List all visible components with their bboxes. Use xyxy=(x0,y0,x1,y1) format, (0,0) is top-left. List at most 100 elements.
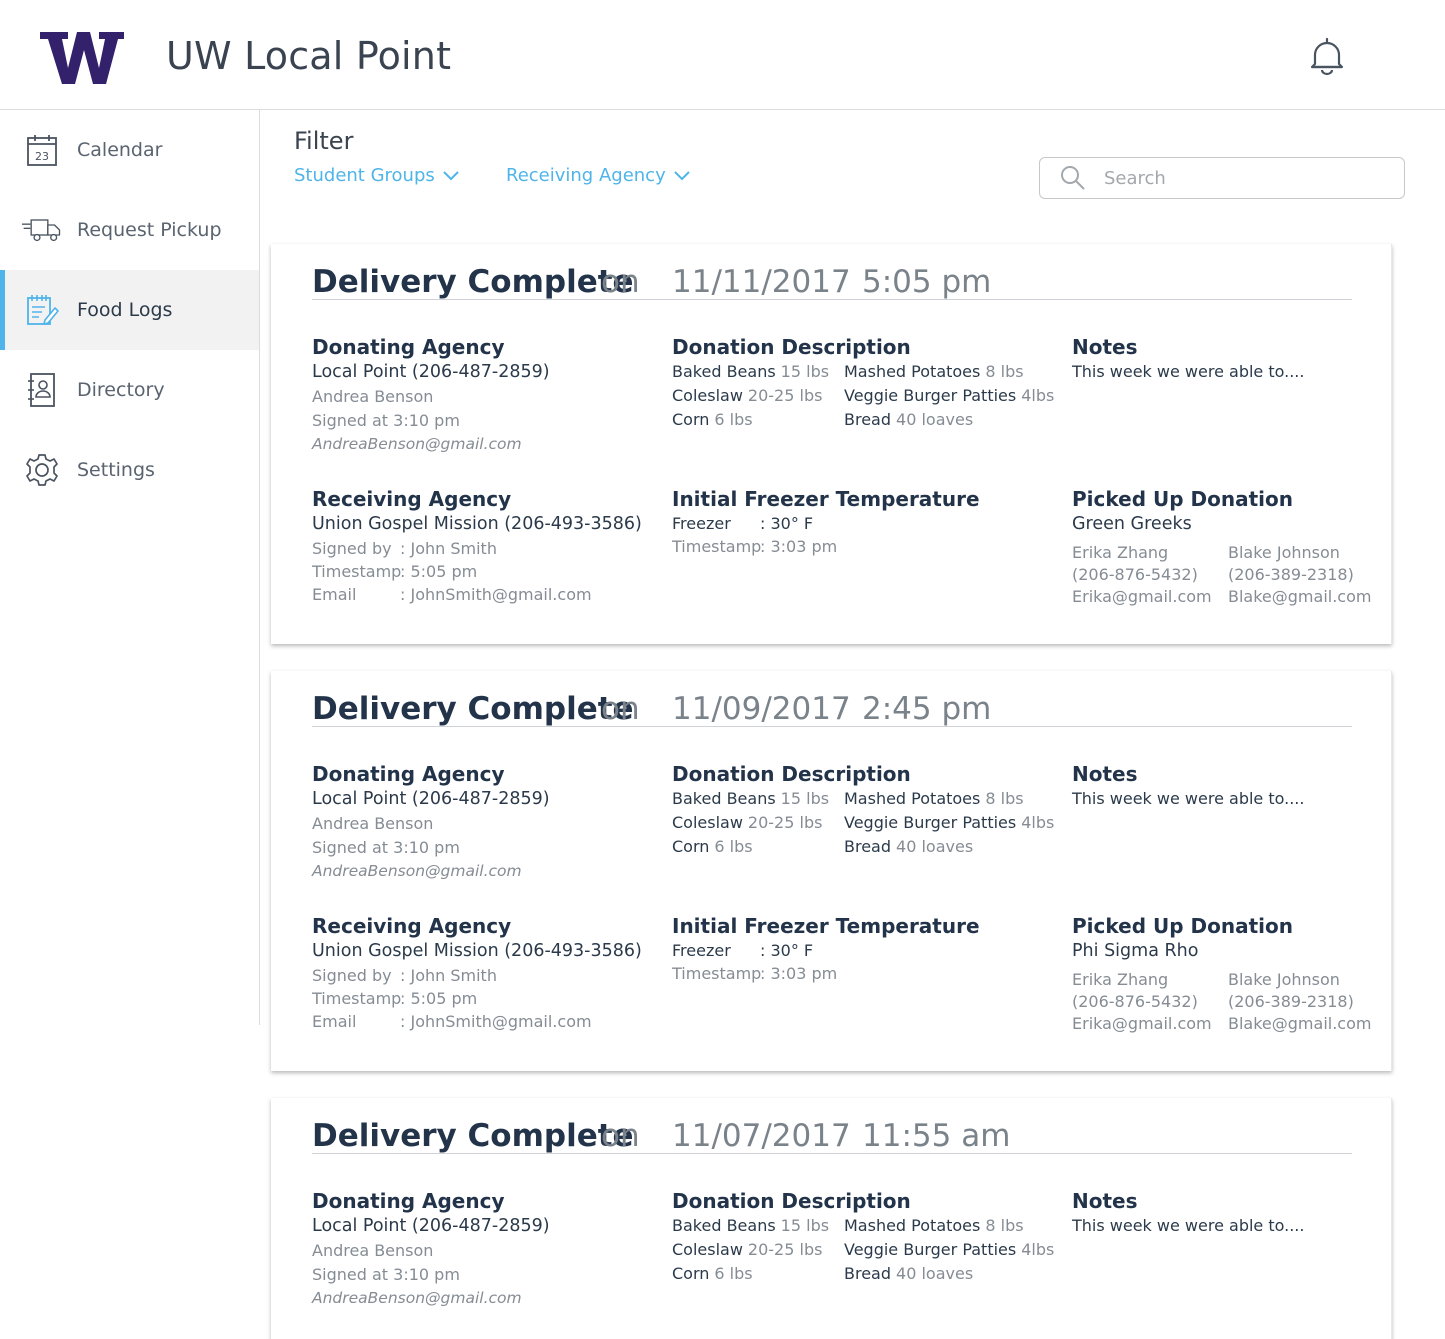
section-title: Donating Agency xyxy=(312,335,505,359)
donor-email: AndreaBenson@gmail.com xyxy=(312,435,522,453)
donation-item: Mashed Potatoes 8 lbs xyxy=(844,1216,1024,1235)
contact-email: Blake@gmail.com xyxy=(1228,1014,1372,1033)
donation-item: Coleslaw 20-25 lbs xyxy=(672,386,823,405)
donating-agency-name: Local Point (206-487-2859) xyxy=(312,789,550,809)
section-title: Donating Agency xyxy=(312,1189,505,1213)
student-group-name: Phi Sigma Rho xyxy=(1072,941,1199,961)
delivery-date: 11/09/2017 xyxy=(672,691,851,727)
receiving-agency-name: Union Gospel Mission (206-493-3586) xyxy=(312,941,642,961)
contact-email: Blake@gmail.com xyxy=(1228,587,1372,606)
delivery-status: Delivery Complete xyxy=(312,264,634,300)
contact-phone: (206-389-2318) xyxy=(1228,565,1354,584)
donor-signed: Signed at 3:10 pm xyxy=(312,838,460,857)
contact-name: Blake Johnson xyxy=(1228,543,1340,562)
section-title: Picked Up Donation xyxy=(1072,487,1293,511)
receiving-agency-label: Receiving Agency xyxy=(506,165,666,186)
delivery-status: Delivery Complete xyxy=(312,1118,634,1154)
notes-text: This week we were able to.... xyxy=(1072,362,1305,381)
contact-book-icon xyxy=(22,372,62,408)
notes-section: Notes This week we were able to.... xyxy=(1072,334,1304,384)
card-header: Delivery Complete on 11/09/2017 2:45 pm xyxy=(312,691,1352,727)
donation-items: Baked Beans 15 lbs Mashed Potatoes 8 lbs C… xyxy=(672,1214,1054,1286)
notification-bell-icon[interactable] xyxy=(1306,36,1348,76)
section-title: Notes xyxy=(1072,762,1138,786)
delivery-time: 5:05 pm xyxy=(862,264,992,300)
section-title: Receiving Agency xyxy=(312,487,512,511)
svg-text:23: 23 xyxy=(35,150,49,163)
sidebar-item-food-logs[interactable]: Food Logs xyxy=(0,270,259,350)
contact-email: Erika@gmail.com xyxy=(1072,1014,1212,1033)
section-title: Donation Description xyxy=(672,762,911,786)
donation-description-section: Donation Description Baked Beans 15 lbs M… xyxy=(672,334,1054,432)
donating-agency-section: Donating Agency Local Point (206-487-285… xyxy=(312,761,550,882)
student-groups-dropdown[interactable]: Student Groups xyxy=(294,165,459,186)
delivery-date: 11/11/2017 xyxy=(672,264,851,300)
sidebar-item-calendar[interactable]: 23 Calendar xyxy=(0,110,259,190)
student-group-name: Green Greeks xyxy=(1072,514,1192,534)
donation-description-section: Donation Description Baked Beans 15 lbs M… xyxy=(672,1188,1054,1286)
donor-person: Andrea Benson xyxy=(312,1241,434,1260)
donation-item: Baked Beans 15 lbs xyxy=(672,789,830,808)
donation-item: Corn 6 lbs xyxy=(672,410,753,429)
freezer-temperature-section: Initial Freezer Temperature Freezer: 30°… xyxy=(672,913,980,985)
donation-item: Bread 40 loaves xyxy=(844,837,974,856)
donation-item: Veggie Burger Patties 4lbs xyxy=(844,386,1055,405)
sidebar-item-directory[interactable]: Directory xyxy=(0,350,259,430)
delivery-time: 2:45 pm xyxy=(862,691,992,727)
donating-agency-section: Donating Agency Local Point (206-487-285… xyxy=(312,1188,550,1309)
search-box[interactable] xyxy=(1039,157,1405,199)
uw-logo[interactable] xyxy=(38,30,126,86)
filter-title: Filter xyxy=(294,127,354,155)
donation-item: Corn 6 lbs xyxy=(672,837,753,856)
notepad-icon xyxy=(22,292,62,328)
donation-items: Baked Beans 15 lbs Mashed Potatoes 8 lbs C… xyxy=(672,787,1054,859)
section-title: Receiving Agency xyxy=(312,914,512,938)
contact-phone: (206-876-5432) xyxy=(1072,565,1198,584)
donor-email: AndreaBenson@gmail.com xyxy=(312,1289,522,1307)
sidebar-item-settings[interactable]: Settings xyxy=(0,430,259,510)
contact-phone: (206-389-2318) xyxy=(1228,992,1354,1011)
food-log-card[interactable]: Delivery Complete on 11/07/2017 11:55 am… xyxy=(271,1098,1392,1339)
app-header: UW Local Point xyxy=(0,0,1445,110)
donating-agency-name: Local Point (206-487-2859) xyxy=(312,1216,550,1236)
donor-person: Andrea Benson xyxy=(312,814,434,833)
donor-signed: Signed at 3:10 pm xyxy=(312,411,460,430)
contact-name: Erika Zhang xyxy=(1072,543,1169,562)
delivery-date: 11/07/2017 xyxy=(672,1118,851,1154)
food-log-card[interactable]: Delivery Complete on 11/09/2017 2:45 pm … xyxy=(271,671,1392,1071)
donation-item: Mashed Potatoes 8 lbs xyxy=(844,362,1024,381)
receiving-agency-section: Receiving Agency Union Gospel Mission (2… xyxy=(312,486,642,606)
freezer-timestamp-row: Timestamp: 3:03 pm xyxy=(672,964,838,983)
on-label: on xyxy=(601,1118,640,1154)
food-log-card[interactable]: Delivery Complete on 11/11/2017 5:05 pm … xyxy=(271,244,1392,644)
chevron-down-icon xyxy=(443,170,459,180)
app-title: UW Local Point xyxy=(166,34,452,78)
student-groups-label: Student Groups xyxy=(294,165,435,186)
donation-item: Baked Beans 15 lbs xyxy=(672,362,830,381)
section-title: Initial Freezer Temperature xyxy=(672,487,980,511)
contact-name: Blake Johnson xyxy=(1228,970,1340,989)
donation-item: Baked Beans 15 lbs xyxy=(672,1216,830,1235)
email-row: Email: JohnSmith@gmail.com xyxy=(312,585,592,604)
receiving-agency-dropdown[interactable]: Receiving Agency xyxy=(506,165,690,186)
sidebar-item-label: Calendar xyxy=(77,139,163,161)
signed-by-row: Signed by: John Smith xyxy=(312,539,497,558)
sidebar-item-request-pickup[interactable]: Request Pickup xyxy=(0,190,259,270)
picked-up-section: Picked Up Donation Phi Sigma Rho Erika Z… xyxy=(1072,913,1378,1035)
donation-item: Veggie Burger Patties 4lbs xyxy=(844,1240,1055,1259)
contact-name: Erika Zhang xyxy=(1072,970,1169,989)
section-title: Donating Agency xyxy=(312,762,505,786)
notes-section: Notes This week we were able to.... xyxy=(1072,761,1304,811)
freezer-row: Freezer: 30° F xyxy=(672,514,814,533)
notes-text: This week we were able to.... xyxy=(1072,789,1305,808)
donation-item: Mashed Potatoes 8 lbs xyxy=(844,789,1024,808)
section-title: Notes xyxy=(1072,1189,1138,1213)
search-icon xyxy=(1061,166,1085,190)
receiving-agency-name: Union Gospel Mission (206-493-3586) xyxy=(312,514,642,534)
sidebar-item-label: Request Pickup xyxy=(77,219,222,241)
section-title: Notes xyxy=(1072,335,1138,359)
contacts-grid: Erika Zhang Blake Johnson (206-876-5432)… xyxy=(1072,542,1378,608)
calendar-icon: 23 xyxy=(22,132,62,168)
donation-item: Coleslaw 20-25 lbs xyxy=(672,1240,823,1259)
search-input[interactable] xyxy=(1104,167,1384,189)
